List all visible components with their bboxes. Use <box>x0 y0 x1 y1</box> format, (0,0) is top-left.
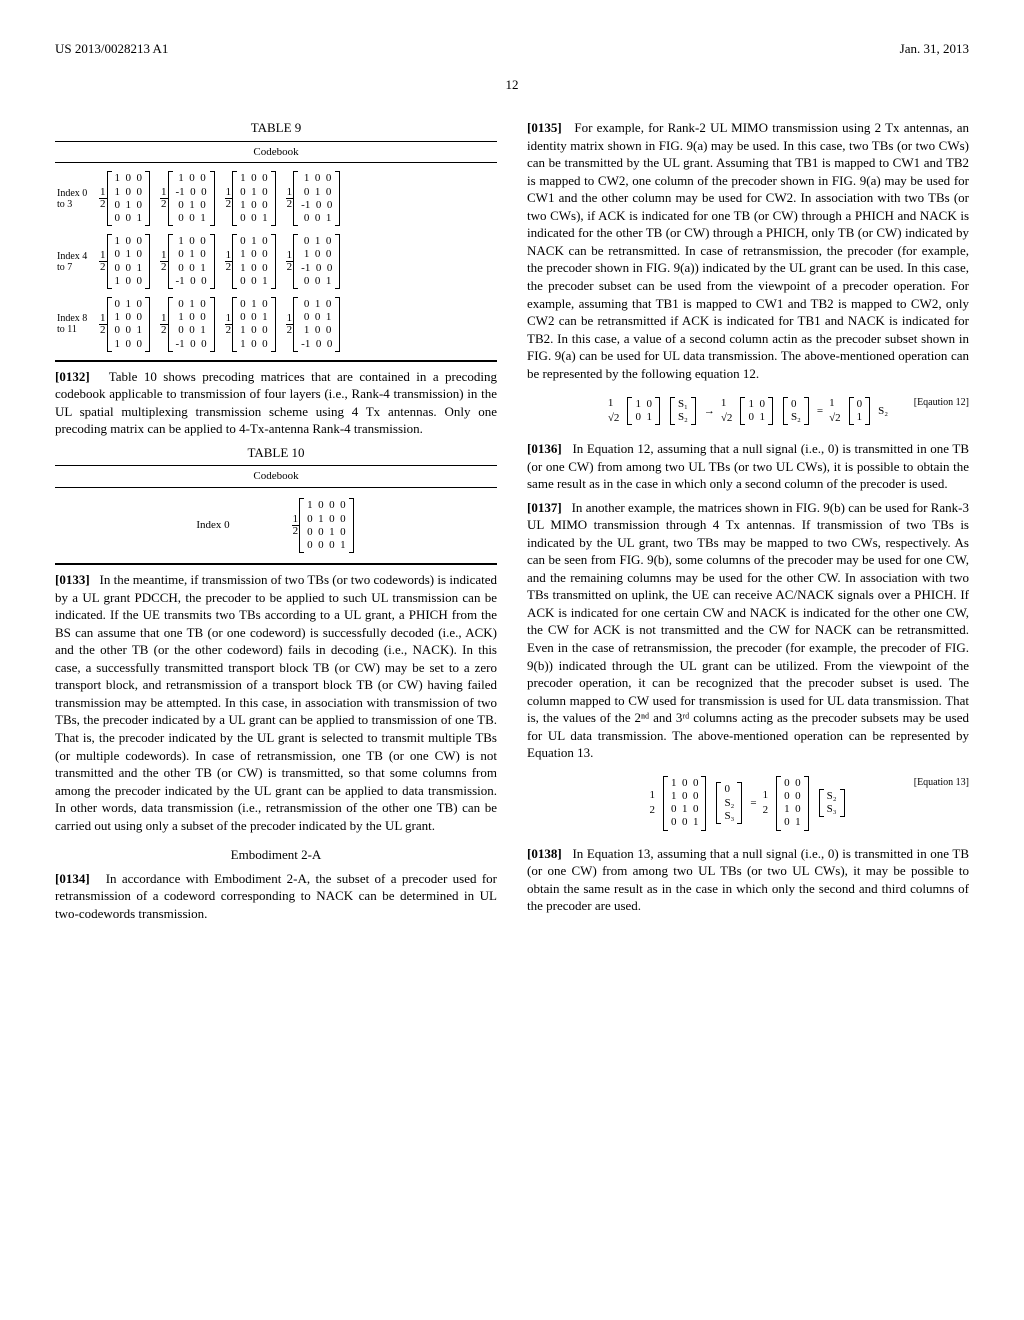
para-number: [0136] <box>527 441 562 456</box>
two-column-layout: TABLE 9 Codebook Index 0 to 3121 0 01 0 … <box>55 113 969 928</box>
paragraph-0135: [0135] For example, for Rank-2 UL MIMO t… <box>527 119 969 382</box>
para-number: [0132] <box>55 369 90 384</box>
table10-matrix: 121 0 0 00 1 0 00 0 1 00 0 0 1 <box>290 498 356 553</box>
patent-page: US 2013/0028213 A1 Jan. 31, 2013 12 TABL… <box>0 0 1024 968</box>
paragraph-0136: [0136] In Equation 12, assuming that a n… <box>527 440 969 493</box>
para-text: In the meantime, if transmission of two … <box>55 572 497 833</box>
para-text: In Equation 13, assuming that a null sig… <box>527 846 969 914</box>
para-text: In accordance with Embodiment 2-A, the s… <box>55 871 497 921</box>
table9: Codebook Index 0 to 3121 0 01 0 00 1 00 … <box>55 141 497 362</box>
table9-title: TABLE 9 <box>55 119 497 137</box>
para-number: [0137] <box>527 500 562 515</box>
publication-date: Jan. 31, 2013 <box>900 40 969 58</box>
paragraph-0137: [0137] In another example, the matrices … <box>527 499 969 762</box>
paragraph-0132: [0132] Table 10 shows precoding matrices… <box>55 368 497 438</box>
para-number: [0135] <box>527 120 562 135</box>
table10-subtitle: Codebook <box>55 466 497 488</box>
page-header: US 2013/0028213 A1 Jan. 31, 2013 <box>55 40 969 58</box>
page-number: 12 <box>55 76 969 94</box>
row-index-label: Index 4 to 7 <box>57 251 91 273</box>
table9-row: Index 8 to 11120 1 01 0 00 0 11 0 012 0 … <box>57 293 495 356</box>
equation-13: 121 0 01 0 00 1 00 0 10S₂S₃=120 00 01 00… <box>527 776 969 831</box>
table10-title: TABLE 10 <box>55 444 497 462</box>
paragraph-0138: [0138] In Equation 13, assuming that a n… <box>527 845 969 915</box>
table10: Codebook Index 0 121 0 0 00 1 0 00 0 1 0… <box>55 465 497 565</box>
paragraph-0133: [0133] In the meantime, if transmission … <box>55 571 497 834</box>
equation-label: [Equation 13] <box>914 776 969 790</box>
para-text: For example, for Rank-2 UL MIMO transmis… <box>527 120 969 381</box>
para-number: [0133] <box>55 572 90 587</box>
left-column: TABLE 9 Codebook Index 0 to 3121 0 01 0 … <box>55 113 497 928</box>
table10-body: Index 0 121 0 0 00 1 0 00 0 1 00 0 0 1 <box>55 488 497 564</box>
para-number: [0134] <box>55 871 90 886</box>
para-text: In Equation 12, assuming that a null sig… <box>527 441 969 491</box>
table9-subtitle: Codebook <box>55 142 497 164</box>
table9-row: Index 4 to 7121 0 00 1 00 0 11 0 012 1 0… <box>57 230 495 293</box>
para-text: In another example, the matrices shown i… <box>527 500 969 761</box>
embodiment-heading: Embodiment 2-A <box>55 846 497 864</box>
para-text: Table 10 shows precoding matrices that a… <box>55 369 497 437</box>
equation-label: [Eqaution 12] <box>914 396 969 410</box>
right-column: [0135] For example, for Rank-2 UL MIMO t… <box>527 113 969 928</box>
paragraph-0134: [0134] In accordance with Embodiment 2-A… <box>55 870 497 923</box>
table10-index-label: Index 0 <box>196 518 229 533</box>
row-index-label: Index 8 to 11 <box>57 313 91 335</box>
publication-number: US 2013/0028213 A1 <box>55 40 168 58</box>
table9-body: Index 0 to 3121 0 01 0 00 1 00 0 112 1 0… <box>55 163 497 360</box>
equation-12: 1√21 00 1S₁S₂→1√21 00 10S₂=1√201S₂ [Eqau… <box>527 396 969 426</box>
row-index-label: Index 0 to 3 <box>57 188 91 210</box>
table9-row: Index 0 to 3121 0 01 0 00 1 00 0 112 1 0… <box>57 167 495 230</box>
para-number: [0138] <box>527 846 562 861</box>
